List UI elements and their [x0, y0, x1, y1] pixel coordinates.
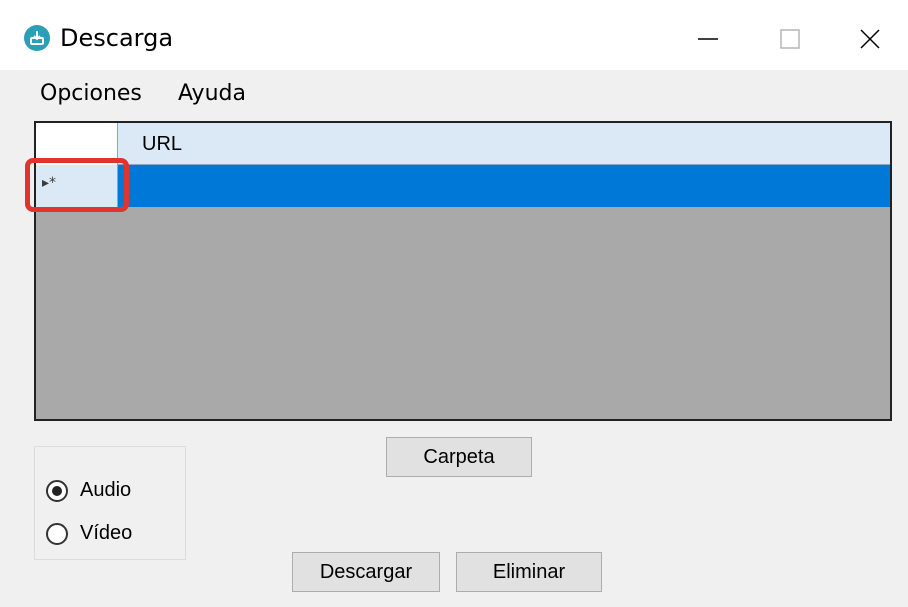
grid-header: URL: [36, 123, 890, 165]
window-title: Descarga: [60, 24, 174, 52]
radio-audio[interactable]: Audio: [46, 479, 131, 502]
menu-ayuda[interactable]: Ayuda: [178, 80, 246, 108]
radio-video-label: Vídeo: [80, 522, 133, 544]
radio-selected-dot: [52, 485, 62, 496]
menu-bar: Opciones Ayuda: [0, 70, 908, 114]
download-window: Descarga Opciones Ayuda URL ▸* Audio Víd…: [0, 0, 908, 607]
title-bar: Descarga: [0, 0, 908, 80]
radio-video-button[interactable]: [46, 522, 68, 545]
new-row[interactable]: ▸*: [36, 165, 890, 207]
radio-audio-label: Audio: [80, 479, 132, 501]
url-data-grid[interactable]: URL ▸*: [34, 121, 892, 421]
maximize-icon: [780, 29, 800, 49]
column-header-url[interactable]: URL: [118, 123, 182, 165]
eliminar-button[interactable]: Eliminar: [456, 552, 602, 592]
menu-opciones[interactable]: Opciones: [40, 80, 142, 108]
row-header-highlight: [25, 158, 129, 212]
close-button[interactable]: [832, 14, 908, 64]
radio-audio-button[interactable]: [46, 479, 68, 502]
app-icon: [24, 25, 50, 51]
descargar-button[interactable]: Descargar: [292, 552, 440, 592]
minimize-button[interactable]: [668, 14, 748, 64]
maximize-button[interactable]: [750, 14, 830, 64]
close-icon: [860, 29, 880, 49]
radio-video[interactable]: Vídeo: [46, 522, 132, 545]
carpeta-button[interactable]: Carpeta: [386, 437, 532, 477]
minimize-icon: [698, 38, 718, 40]
